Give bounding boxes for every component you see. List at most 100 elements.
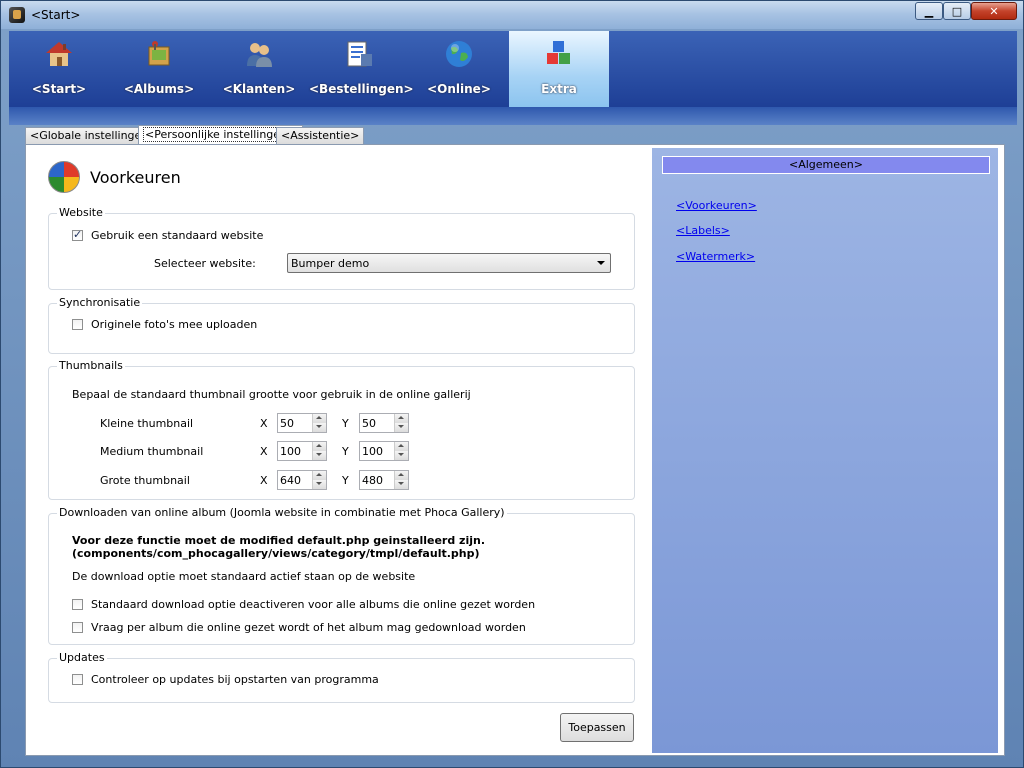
download-warning-line1: Voor deze functie moet de modified defau… bbox=[72, 534, 486, 547]
sync-group: Synchronisatie Originele foto's mee uplo… bbox=[48, 296, 635, 354]
nav-label-albums: <Albums> bbox=[123, 82, 195, 96]
spin-down-icon[interactable] bbox=[394, 451, 408, 460]
thumb-small-y-label: Y bbox=[342, 417, 349, 430]
spin-down-icon[interactable] bbox=[312, 423, 326, 432]
upload-originals-label: Originele foto's mee uploaden bbox=[91, 318, 258, 331]
title-bar[interactable]: <Start> ▁ □ ✕ bbox=[1, 1, 1023, 29]
ask-download-label: Vraag per album die online gezet wordt o… bbox=[91, 621, 526, 634]
app-icon bbox=[9, 7, 25, 23]
thumb-medium-y-value: 100 bbox=[362, 445, 383, 458]
sync-legend: Synchronisatie bbox=[57, 296, 143, 309]
download-legend: Downloaden van online album (Joomla webs… bbox=[57, 506, 507, 519]
download-warning-line2: (components/com_phocagallery/views/categ… bbox=[72, 547, 480, 560]
spin-down-icon[interactable] bbox=[394, 423, 408, 432]
thumb-large-y-input[interactable]: 480 bbox=[359, 470, 409, 490]
disable-download-label: Standaard download optie deactiveren voo… bbox=[91, 598, 536, 611]
thumb-large-x-input[interactable]: 640 bbox=[277, 470, 327, 490]
sidebar-link-labels[interactable]: <Labels> bbox=[676, 224, 730, 237]
nav-extra[interactable]: Extra bbox=[509, 31, 609, 107]
maximize-button[interactable]: □ bbox=[943, 2, 971, 20]
spin-up-icon[interactable] bbox=[312, 471, 326, 480]
thumb-small-y-value: 50 bbox=[362, 417, 376, 430]
thumbnails-group: Thumbnails Bepaal de standaard thumbnail… bbox=[48, 359, 635, 500]
upload-originals-checkbox[interactable] bbox=[72, 319, 83, 330]
orders-icon bbox=[347, 41, 372, 67]
thumb-small-x-input[interactable]: 50 bbox=[277, 413, 327, 433]
website-legend: Website bbox=[57, 206, 105, 219]
thumb-medium-x-value: 100 bbox=[280, 445, 301, 458]
nav-bestellingen[interactable]: <Bestellingen> bbox=[309, 31, 414, 107]
thumb-medium-y-label: Y bbox=[342, 445, 349, 458]
updates-group: Updates Controleer op updates bij opstar… bbox=[48, 651, 635, 703]
sidebar-link-watermerk[interactable]: <Watermerk> bbox=[676, 250, 755, 263]
nav-label-start: <Start> bbox=[31, 82, 87, 96]
website-select-value: Bumper demo bbox=[291, 257, 370, 270]
sidebar-header: <Algemeen> bbox=[662, 156, 990, 174]
thumbnails-description: Bepaal de standaard thumbnail grootte vo… bbox=[72, 388, 471, 401]
sidebar: <Algemeen> <Voorkeuren> <Labels> <Waterm… bbox=[652, 148, 998, 753]
house-icon bbox=[46, 42, 72, 66]
chevron-down-icon bbox=[597, 261, 605, 265]
use-default-website-checkbox[interactable] bbox=[72, 228, 83, 241]
spin-down-icon[interactable] bbox=[394, 480, 408, 489]
settings-content: Voorkeuren Website Gebruik een standaard… bbox=[25, 144, 1005, 756]
nav-start[interactable]: <Start> bbox=[9, 31, 109, 107]
thumb-medium-y-input[interactable]: 100 bbox=[359, 441, 409, 461]
nav-label-bestellingen: <Bestellingen> bbox=[309, 82, 414, 96]
thumb-large-x-label: X bbox=[260, 474, 268, 487]
thumbnails-legend: Thumbnails bbox=[57, 359, 125, 372]
sidebar-link-voorkeuren[interactable]: <Voorkeuren> bbox=[676, 199, 757, 212]
website-group: Website Gebruik een standaard website Se… bbox=[48, 206, 635, 290]
window-title: <Start> bbox=[31, 8, 81, 22]
thumb-large-y-label: Y bbox=[342, 474, 349, 487]
users-icon bbox=[247, 43, 272, 67]
disable-download-checkbox[interactable] bbox=[72, 599, 83, 610]
preferences-icon bbox=[48, 161, 80, 193]
thumb-large-x-value: 640 bbox=[280, 474, 301, 487]
thumb-small-y-input[interactable]: 50 bbox=[359, 413, 409, 433]
spin-up-icon[interactable] bbox=[394, 414, 408, 423]
thumb-small-x-label: X bbox=[260, 417, 268, 430]
spin-down-icon[interactable] bbox=[312, 480, 326, 489]
photo-album-icon bbox=[148, 41, 170, 66]
thumb-medium-label: Medium thumbnail bbox=[100, 445, 204, 458]
nav-separator-band bbox=[9, 107, 1017, 125]
spin-up-icon[interactable] bbox=[394, 442, 408, 451]
download-group: Downloaden van online album (Joomla webs… bbox=[48, 506, 635, 645]
nav-label-online: <Online> bbox=[427, 82, 491, 96]
nav-klanten[interactable]: <Klanten> bbox=[209, 31, 309, 107]
page-title: Voorkeuren bbox=[90, 168, 181, 187]
apply-button[interactable]: Toepassen bbox=[560, 713, 634, 742]
use-default-website-label: Gebruik een standaard website bbox=[91, 229, 264, 242]
nav-albums[interactable]: <Albums> bbox=[109, 31, 209, 107]
spin-up-icon[interactable] bbox=[312, 414, 326, 423]
minimize-button[interactable]: ▁ bbox=[915, 2, 943, 20]
website-select[interactable]: Bumper demo bbox=[287, 253, 611, 273]
spin-down-icon[interactable] bbox=[312, 451, 326, 460]
updates-legend: Updates bbox=[57, 651, 107, 664]
tab-assistentie[interactable]: <Assistentie> bbox=[276, 127, 365, 144]
main-nav: <Start> <Albums> <Klanten> <Bestellingen… bbox=[9, 31, 1017, 107]
nav-online[interactable]: <Online> bbox=[409, 31, 509, 107]
thumb-medium-x-input[interactable]: 100 bbox=[277, 441, 327, 461]
spin-up-icon[interactable] bbox=[394, 471, 408, 480]
nav-label-klanten: <Klanten> bbox=[222, 82, 296, 96]
select-website-label: Selecteer website: bbox=[154, 257, 256, 270]
check-updates-label: Controleer op updates bij opstarten van … bbox=[91, 673, 379, 686]
thumb-small-x-value: 50 bbox=[280, 417, 294, 430]
thumb-large-label: Grote thumbnail bbox=[100, 474, 190, 487]
preferences-panel: Voorkeuren Website Gebruik een standaard… bbox=[26, 145, 652, 755]
nav-label-extra: Extra bbox=[541, 82, 577, 96]
thumb-medium-x-label: X bbox=[260, 445, 268, 458]
globe-icon bbox=[446, 41, 472, 67]
download-note: De download optie moet standaard actief … bbox=[72, 570, 416, 583]
ask-download-checkbox[interactable] bbox=[72, 622, 83, 633]
tab-persoonlijke-instellingen-label: <Persoonlijke instellingen> bbox=[143, 127, 299, 142]
app-window: <Start> ▁ □ ✕ <Start> <Albums> <Klanten>… bbox=[0, 0, 1024, 768]
check-updates-checkbox[interactable] bbox=[72, 674, 83, 685]
close-button[interactable]: ✕ bbox=[971, 2, 1017, 20]
thumb-small-label: Kleine thumbnail bbox=[100, 417, 194, 430]
blocks-icon bbox=[547, 41, 570, 64]
thumb-large-y-value: 480 bbox=[362, 474, 383, 487]
spin-up-icon[interactable] bbox=[312, 442, 326, 451]
